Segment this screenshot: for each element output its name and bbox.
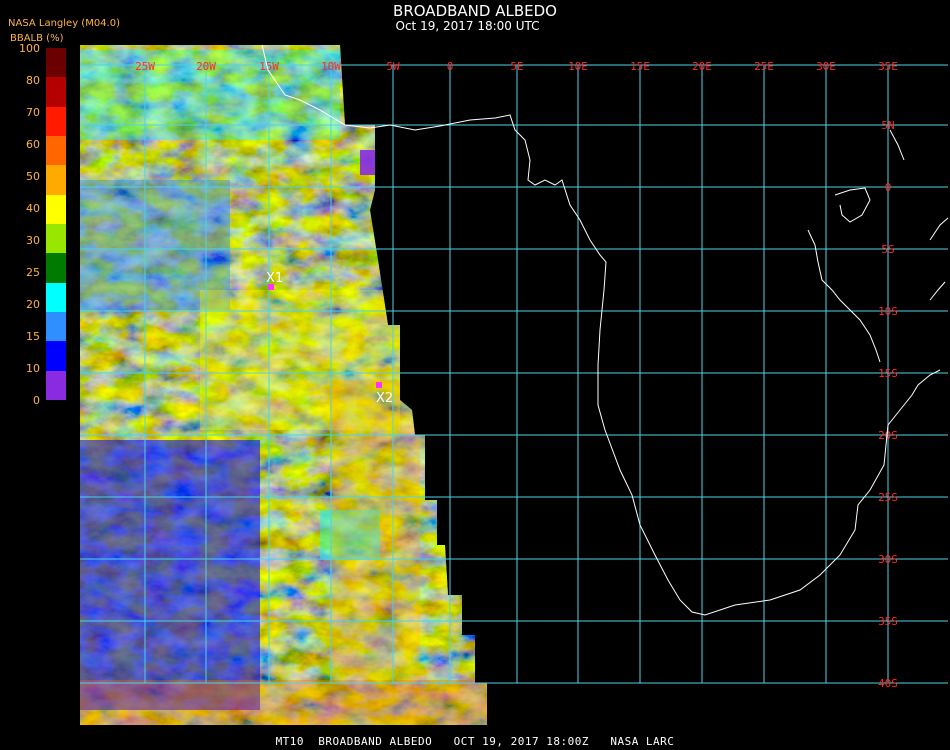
- latitude-label: 25S: [878, 491, 898, 504]
- latitude-label: 20S: [878, 429, 898, 442]
- latitude-label: 35S: [878, 615, 898, 628]
- marker-x1-label: X1: [266, 271, 283, 286]
- latitude-label: 10S: [878, 305, 898, 318]
- marker-x2-label: X2: [376, 391, 393, 406]
- longitude-label: 25E: [754, 60, 774, 73]
- albedo-swath: [80, 45, 487, 725]
- latitude-label: 40S: [878, 677, 898, 690]
- footer-caption: MT10 BROADBAND ALBEDO OCT 19, 2017 18:00…: [275, 735, 675, 748]
- longitude-label: 35E: [878, 60, 898, 73]
- latitude-label: 5S: [881, 243, 894, 256]
- longitude-label: 10E: [568, 60, 588, 73]
- longitude-label: 5W: [386, 60, 400, 73]
- longitude-label: 10W: [321, 60, 341, 73]
- longitude-label: 15E: [630, 60, 650, 73]
- longitude-label: 20E: [692, 60, 712, 73]
- longitude-label: 25W: [135, 60, 155, 73]
- longitude-label: 5E: [510, 60, 523, 73]
- latitude-label: 15S: [878, 367, 898, 380]
- longitude-label: 20W: [196, 60, 216, 73]
- longitude-label: 30E: [816, 60, 836, 73]
- latitude-label: 0: [885, 181, 892, 194]
- latitude-label: 30S: [878, 553, 898, 566]
- longitude-label: 0: [447, 60, 454, 73]
- latitude-label: 5N: [881, 119, 894, 132]
- satellite-map: 25W 20W 15W 10W 5W 0 5E 10E 15E 20E 25E 30E 35E5N05S…: [80, 44, 949, 725]
